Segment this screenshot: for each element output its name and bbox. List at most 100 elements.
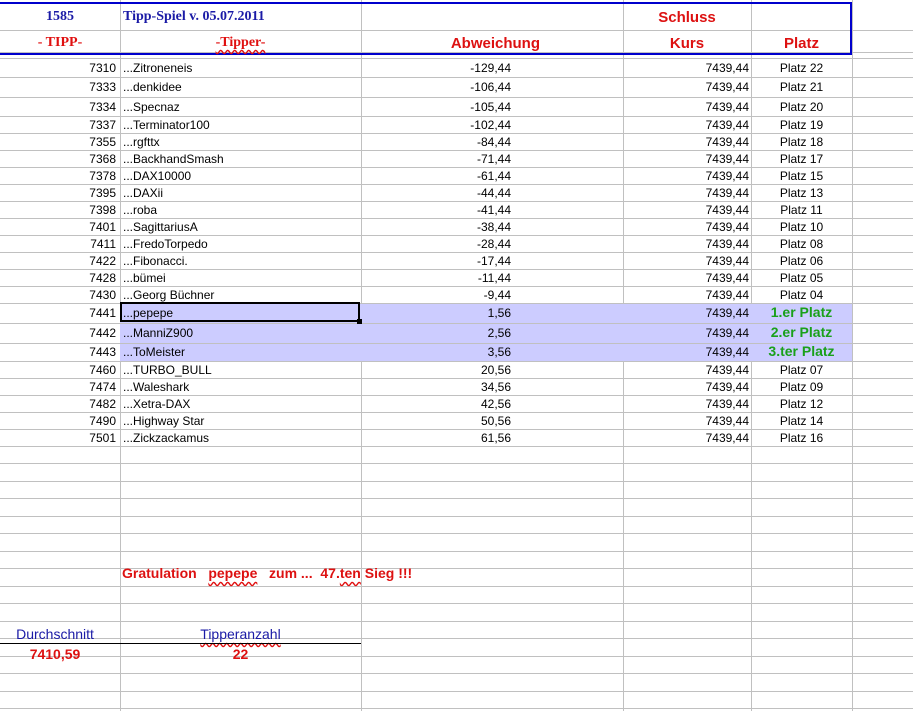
row-tipp[interactable]: 7333	[0, 81, 116, 93]
row-platz[interactable]: Platz 04	[751, 289, 852, 301]
row-tipp[interactable]: 7482	[0, 398, 116, 410]
row-tipp[interactable]: 7501	[0, 432, 116, 444]
row-platz[interactable]: Platz 10	[751, 221, 852, 233]
row-abweichung[interactable]: -61,44	[361, 170, 511, 182]
row-platz[interactable]: Platz 20	[751, 101, 852, 113]
row-kurs[interactable]: 7439,44	[623, 432, 749, 444]
row-abweichung[interactable]: -44,44	[361, 187, 511, 199]
row-tipper[interactable]: ...denkidee	[123, 81, 353, 93]
row-kurs[interactable]: 7439,44	[623, 136, 749, 148]
row-kurs[interactable]: 7439,44	[623, 101, 749, 113]
row-tipp[interactable]: 7490	[0, 415, 116, 427]
row-kurs[interactable]: 7439,44	[623, 62, 749, 74]
row-platz[interactable]: Platz 17	[751, 153, 852, 165]
row-tipper[interactable]: ...BackhandSmash	[123, 153, 353, 165]
row-platz[interactable]: Platz 21	[751, 81, 852, 93]
row-tipper[interactable]: ...ManniZ900	[123, 327, 353, 339]
row-tipp[interactable]: 7441	[0, 307, 116, 319]
row-platz[interactable]: 2.er Platz	[751, 325, 852, 339]
row-abweichung[interactable]: 3,56	[361, 346, 511, 358]
row-kurs[interactable]: 7439,44	[623, 346, 749, 358]
row-platz[interactable]: Platz 11	[751, 204, 852, 216]
row-tipp[interactable]: 7334	[0, 101, 116, 113]
row-platz[interactable]: Platz 06	[751, 255, 852, 267]
row-tipp[interactable]: 7443	[0, 346, 116, 358]
row-kurs[interactable]: 7439,44	[623, 81, 749, 93]
row-platz[interactable]: Platz 12	[751, 398, 852, 410]
row-tipper[interactable]: ...Xetra-DAX	[123, 398, 353, 410]
row-kurs[interactable]: 7439,44	[623, 153, 749, 165]
row-tipper[interactable]: ...Fibonacci.	[123, 255, 353, 267]
row-platz[interactable]: Platz 16	[751, 432, 852, 444]
row-abweichung[interactable]: -71,44	[361, 153, 511, 165]
row-tipper[interactable]: ...DAX10000	[123, 170, 353, 182]
row-kurs[interactable]: 7439,44	[623, 327, 749, 339]
row-tipper[interactable]: ...DAXii	[123, 187, 353, 199]
row-platz[interactable]: Platz 05	[751, 272, 852, 284]
row-platz[interactable]: Platz 14	[751, 415, 852, 427]
row-abweichung[interactable]: -84,44	[361, 136, 511, 148]
row-tipp[interactable]: 7411	[0, 238, 116, 250]
row-tipper[interactable]: ...Waleshark	[123, 381, 353, 393]
selected-cell[interactable]	[120, 302, 362, 324]
row-abweichung[interactable]: -9,44	[361, 289, 511, 301]
row-abweichung[interactable]: -129,44	[361, 62, 511, 74]
row-platz[interactable]: Platz 09	[751, 381, 852, 393]
row-tipp[interactable]: 7442	[0, 327, 116, 339]
row-abweichung[interactable]: -17,44	[361, 255, 511, 267]
row-tipp[interactable]: 7460	[0, 364, 116, 376]
row-kurs[interactable]: 7439,44	[623, 307, 749, 319]
row-abweichung[interactable]: 34,56	[361, 381, 511, 393]
row-platz[interactable]: Platz 13	[751, 187, 852, 199]
row-abweichung[interactable]: -105,44	[361, 101, 511, 113]
row-kurs[interactable]: 7439,44	[623, 187, 749, 199]
row-abweichung[interactable]: -41,44	[361, 204, 511, 216]
row-tipper[interactable]: ...Highway Star	[123, 415, 353, 427]
row-tipp[interactable]: 7368	[0, 153, 116, 165]
row-tipper[interactable]: ...Zickzackamus	[123, 432, 353, 444]
row-tipp[interactable]: 7395	[0, 187, 116, 199]
row-tipper[interactable]: ...rgfttx	[123, 136, 353, 148]
row-platz[interactable]: Platz 08	[751, 238, 852, 250]
row-abweichung[interactable]: 20,56	[361, 364, 511, 376]
row-kurs[interactable]: 7439,44	[623, 272, 749, 284]
row-tipper[interactable]: ...roba	[123, 204, 353, 216]
row-abweichung[interactable]: -102,44	[361, 119, 511, 131]
row-kurs[interactable]: 7439,44	[623, 221, 749, 233]
row-abweichung[interactable]: -28,44	[361, 238, 511, 250]
row-kurs[interactable]: 7439,44	[623, 381, 749, 393]
row-tipper[interactable]: ...Georg Büchner	[123, 289, 353, 301]
row-tipper[interactable]: ...SagittariusA	[123, 221, 353, 233]
row-abweichung[interactable]: -106,44	[361, 81, 511, 93]
row-abweichung[interactable]: 1,56	[361, 307, 511, 319]
row-abweichung[interactable]: -38,44	[361, 221, 511, 233]
row-tipp[interactable]: 7337	[0, 119, 116, 131]
row-tipper[interactable]: ...ToMeister	[123, 346, 353, 358]
row-abweichung[interactable]: 2,56	[361, 327, 511, 339]
row-abweichung[interactable]: 61,56	[361, 432, 511, 444]
row-abweichung[interactable]: 50,56	[361, 415, 511, 427]
row-tipp[interactable]: 7401	[0, 221, 116, 233]
row-abweichung[interactable]: 42,56	[361, 398, 511, 410]
row-platz[interactable]: Platz 19	[751, 119, 852, 131]
row-kurs[interactable]: 7439,44	[623, 255, 749, 267]
row-platz[interactable]: 3.ter Platz	[751, 344, 852, 358]
row-tipp[interactable]: 7428	[0, 272, 116, 284]
row-tipp[interactable]: 7422	[0, 255, 116, 267]
row-platz[interactable]: Platz 18	[751, 136, 852, 148]
row-platz[interactable]: Platz 22	[751, 62, 852, 74]
row-tipper[interactable]: ...FredoTorpedo	[123, 238, 353, 250]
row-kurs[interactable]: 7439,44	[623, 238, 749, 250]
row-tipp[interactable]: 7430	[0, 289, 116, 301]
row-kurs[interactable]: 7439,44	[623, 415, 749, 427]
row-platz[interactable]: 1.er Platz	[751, 305, 852, 319]
row-kurs[interactable]: 7439,44	[623, 204, 749, 216]
row-tipp[interactable]: 7355	[0, 136, 116, 148]
row-tipper[interactable]: ...Terminator100	[123, 119, 353, 131]
row-tipper[interactable]: ...bümei	[123, 272, 353, 284]
row-tipper[interactable]: ...Specnaz	[123, 101, 353, 113]
row-tipper[interactable]: ...TURBO_BULL	[123, 364, 353, 376]
row-kurs[interactable]: 7439,44	[623, 119, 749, 131]
row-platz[interactable]: Platz 07	[751, 364, 852, 376]
row-kurs[interactable]: 7439,44	[623, 364, 749, 376]
